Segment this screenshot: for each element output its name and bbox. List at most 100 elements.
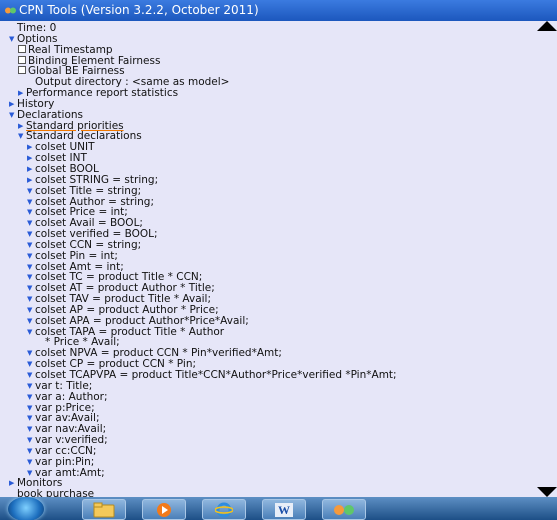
tree-row[interactable]: ▶ Performance report statistics (0, 88, 532, 99)
expand-arrow-icon[interactable]: ▼ (9, 110, 17, 121)
tree-row-label: Declarations (17, 109, 84, 121)
tree-row[interactable]: ▼ var cc:CCN; (0, 446, 532, 457)
expand-arrow-icon[interactable]: ▼ (27, 197, 35, 208)
tree-row[interactable]: ▼ colset TAPA = product Title * Author (0, 327, 532, 338)
tree-row[interactable]: ▶ colset INT (0, 153, 532, 164)
expand-arrow-icon[interactable]: ▼ (27, 370, 35, 381)
expand-arrow-icon[interactable]: ▼ (27, 457, 35, 468)
tree-row[interactable]: ▼ colset AT = product Author * Title; (0, 283, 532, 294)
scroll-down-arrow-icon[interactable] (537, 487, 557, 497)
taskbar-explorer-button[interactable] (82, 499, 126, 520)
tree-row[interactable]: ▼ colset CP = product CCN * Pin; (0, 359, 532, 370)
expand-arrow-icon[interactable]: ▼ (27, 392, 35, 403)
expand-arrow-icon[interactable]: ▼ (27, 435, 35, 446)
tree-row[interactable]: Output directory : <same as model> (0, 77, 532, 88)
tree-row[interactable]: book purchase (0, 489, 532, 497)
collapse-arrow-icon[interactable]: ▶ (27, 153, 35, 164)
tree-row-label: Performance report statistics (26, 88, 179, 99)
collapse-arrow-icon[interactable]: ▶ (27, 175, 35, 186)
tree-row[interactable]: ▼ var a: Author; (0, 392, 532, 403)
taskbar-internet-explorer-button[interactable] (202, 499, 246, 520)
tree-row[interactable]: ▼ colset TAV = product Title * Avail; (0, 294, 532, 305)
explorer-icon (93, 502, 115, 517)
expand-arrow-icon[interactable]: ▼ (18, 131, 26, 142)
expand-arrow-icon[interactable]: ▼ (27, 468, 35, 479)
tree-row[interactable]: ▼ colset APA = product Author*Price*Avail… (0, 316, 532, 327)
tree-row[interactable]: ▶ Standard priorities (0, 121, 532, 132)
expand-arrow-icon[interactable]: ▼ (27, 403, 35, 414)
tree-row[interactable]: ▼ colset TCAPVPA = product Title*CCN*Auth… (0, 370, 532, 381)
tree-row[interactable]: ▼ colset Title = string; (0, 186, 532, 197)
tree-row[interactable]: ▼ colset NPVA = product CCN * Pin*verifie… (0, 348, 532, 359)
expand-arrow-icon[interactable]: ▼ (27, 207, 35, 218)
expand-arrow-icon[interactable]: ▼ (27, 413, 35, 424)
tree-row[interactable]: ▼ var amt:Amt; (0, 468, 532, 479)
tree-row[interactable]: ▶ Monitors (0, 478, 532, 489)
collapse-arrow-icon[interactable]: ▶ (27, 142, 35, 153)
tree-row[interactable]: ▼ colset TC = product Title * CCN; (0, 272, 532, 283)
tree-row[interactable]: ▼ var pin:Pin; (0, 457, 532, 468)
expand-arrow-icon[interactable]: ▼ (27, 359, 35, 370)
taskbar-cpn-tools-button[interactable] (322, 499, 366, 520)
tree-row[interactable]: ▼ colset CCN = string; (0, 240, 532, 251)
taskbar-word-button[interactable]: W (262, 499, 306, 520)
collapse-arrow-icon[interactable]: ▶ (18, 88, 26, 99)
expand-arrow-icon[interactable]: ▼ (27, 305, 35, 316)
expand-arrow-icon[interactable]: ▼ (27, 446, 35, 457)
expand-arrow-icon[interactable]: ▼ (27, 424, 35, 435)
tree-row[interactable]: ▼ Standard declarations (0, 131, 532, 142)
tree-row[interactable]: ▼ colset Author = string; (0, 197, 532, 208)
tree-row-label: colset Pin = int; (35, 250, 118, 262)
expand-arrow-icon[interactable]: ▼ (27, 240, 35, 251)
checkbox-icon[interactable] (18, 44, 26, 53)
checkbox-icon[interactable] (18, 66, 26, 75)
tree-row[interactable]: ▼ colset Price = int; (0, 207, 532, 218)
tree-row[interactable]: ▼ colset Avail = BOOL; (0, 218, 532, 229)
tree-row[interactable]: ▼ colset Amt = int; (0, 262, 532, 273)
expand-arrow-icon[interactable]: ▼ (27, 294, 35, 305)
tree-row[interactable]: ▼ colset verified = BOOL; (0, 229, 532, 240)
expand-arrow-icon[interactable]: ▼ (27, 283, 35, 294)
tree-row[interactable]: ▶ colset STRING = string; (0, 175, 532, 186)
tree-row-label: Global BE Fairness (28, 66, 125, 78)
tree-row[interactable]: ▼ var v:verified; (0, 435, 532, 446)
checkbox-icon[interactable] (18, 55, 26, 64)
start-button[interactable] (8, 497, 44, 520)
tree-row[interactable]: ▼ colset AP = product Author * Price; (0, 305, 532, 316)
tree-row[interactable]: ▶ colset BOOL (0, 164, 532, 175)
expand-arrow-icon[interactable]: ▼ (27, 251, 35, 262)
expand-arrow-icon[interactable]: ▼ (27, 348, 35, 359)
expand-arrow-icon[interactable]: ▼ (27, 186, 35, 197)
index-panel: Time: 0 ▼ Options Real Timestamp Binding Ele… (0, 21, 557, 497)
tree-row[interactable]: Binding Element Fairness (0, 55, 532, 67)
tree-row[interactable]: ▶ History (0, 99, 532, 110)
expand-arrow-icon[interactable]: ▼ (27, 218, 35, 229)
tree-row[interactable]: Global BE Fairness (0, 66, 532, 77)
tree-row[interactable]: ▼ var nav:Avail; (0, 424, 532, 435)
expand-arrow-icon[interactable]: ▼ (27, 327, 35, 338)
tree-row[interactable]: ▼ Options (0, 34, 532, 45)
taskbar-media-player-button[interactable] (142, 499, 186, 520)
expand-arrow-icon[interactable]: ▼ (27, 262, 35, 273)
scroll-up-arrow-icon[interactable] (537, 21, 557, 31)
collapse-arrow-icon[interactable]: ▶ (9, 99, 17, 110)
expand-arrow-icon[interactable]: ▼ (27, 272, 35, 283)
tree-row[interactable]: * Price * Avail; (0, 337, 532, 348)
collapse-arrow-icon[interactable]: ▶ (18, 121, 26, 132)
collapse-arrow-icon[interactable]: ▶ (9, 478, 17, 489)
expand-arrow-icon[interactable]: ▼ (27, 316, 35, 327)
tree-row[interactable]: ▶ colset UNIT (0, 142, 532, 153)
tree-row[interactable]: Time: 0 (0, 23, 532, 34)
tree-row[interactable]: ▼ var t: Title; (0, 381, 532, 392)
tree-row[interactable]: ▼ var av:Avail; (0, 413, 532, 424)
tree-row-label: colset BOOL (35, 163, 99, 175)
expand-arrow-icon[interactable]: ▼ (27, 229, 35, 240)
expand-arrow-icon[interactable]: ▼ (9, 34, 17, 45)
tree-row[interactable]: ▼ colset Pin = int; (0, 251, 532, 262)
tree-row[interactable]: Real Timestamp (0, 44, 532, 56)
tree-row-label: colset APA = product Author*Price*Avail; (35, 315, 249, 327)
expand-arrow-icon[interactable]: ▼ (27, 381, 35, 392)
tree-row[interactable]: ▼ Declarations (0, 110, 532, 121)
tree-row[interactable]: ▼ var p:Price; (0, 403, 532, 414)
collapse-arrow-icon[interactable]: ▶ (27, 164, 35, 175)
